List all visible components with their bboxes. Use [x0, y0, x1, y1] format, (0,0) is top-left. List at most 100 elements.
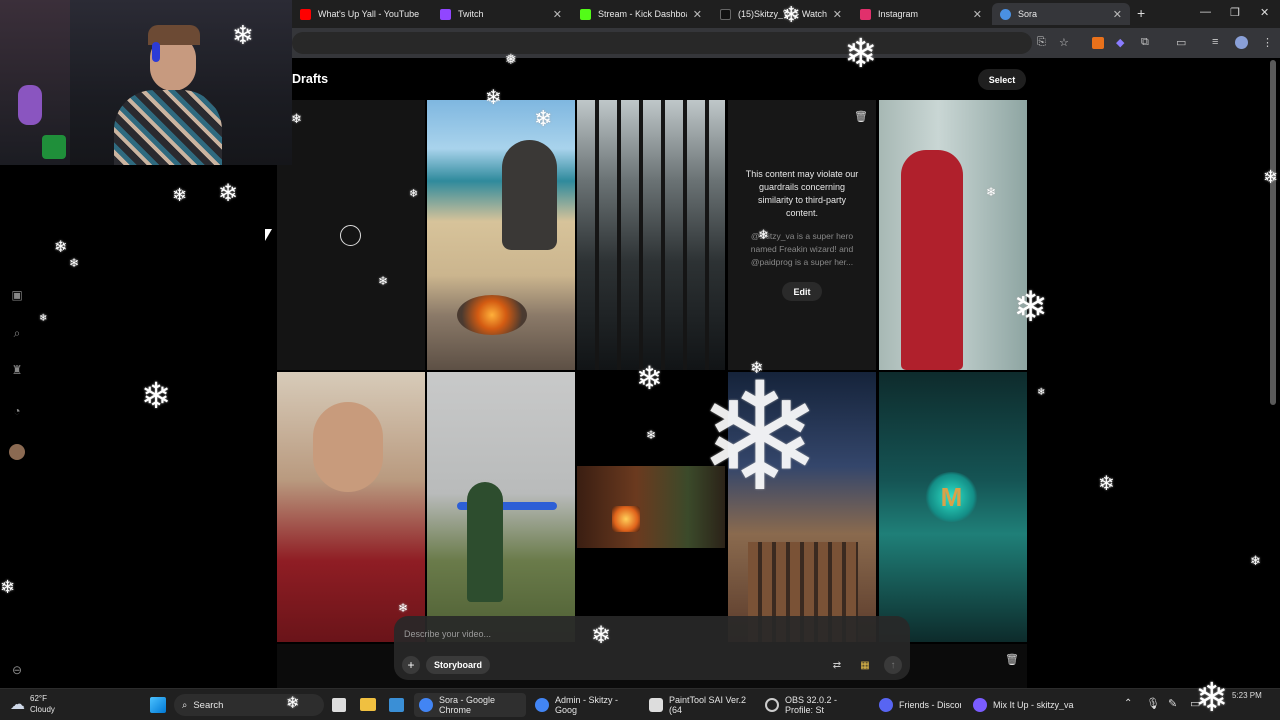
- chevron-up-icon[interactable]: ⌃: [1124, 698, 1132, 709]
- taskbar-app-mixitup[interactable]: Mix It Up - skitzy_va -: [968, 693, 1080, 717]
- draft-tile-bathroom-stall[interactable]: [879, 100, 1027, 370]
- chrome-icon: [419, 698, 433, 712]
- guardrail-message: This content may violate our guardrails …: [745, 169, 859, 218]
- restore-icon[interactable]: ❐: [1230, 6, 1240, 19]
- tab-title: Twitch: [458, 9, 484, 19]
- close-tab-icon[interactable]: ✕: [693, 8, 702, 21]
- snowflake-icon: ❄: [69, 256, 80, 270]
- submit-arrow-icon[interactable]: ↑: [884, 656, 902, 674]
- tab-title: Stream - Kick Dashboard: [598, 9, 687, 19]
- person-figure: [467, 482, 503, 602]
- search-icon[interactable]: ⌕: [9, 325, 25, 341]
- settings-sliders-icon[interactable]: ⇄: [828, 656, 846, 674]
- add-media-button[interactable]: +: [402, 656, 420, 674]
- clock[interactable]: 5:23 PM: [1232, 691, 1262, 700]
- weather-temp: 62°F: [30, 694, 47, 703]
- snowflake-icon: ❄: [534, 106, 553, 131]
- gift-icon[interactable]: ▦: [856, 656, 874, 674]
- taskbar-app-painttool[interactable]: PaintTool SAI Ver.2 (64: [644, 693, 756, 717]
- tab-twitch[interactable]: Twitch ✕: [432, 3, 570, 25]
- snowflake-icon: ❄: [0, 577, 16, 597]
- taskbar-app-discord[interactable]: Friends - Discord: [874, 693, 966, 717]
- snowflake-icon: ❄: [409, 188, 419, 200]
- windows-taskbar: ☁ 62°F Cloudy ⌕ Search Sora - Google Chr…: [0, 688, 1280, 720]
- weather-widget[interactable]: ☁ 62°F Cloudy: [10, 693, 55, 715]
- avatar[interactable]: [9, 444, 25, 460]
- page-scrollbar[interactable]: [1270, 60, 1276, 405]
- browser-menu-icon[interactable]: ⋮: [1262, 36, 1273, 49]
- taskbar-app-obs[interactable]: OBS 32.0.2 - Profile: St: [760, 693, 872, 717]
- guardrail-blocked-tile: 🗑 This content may violate our guardrail…: [728, 100, 876, 370]
- tab-youtube[interactable]: What's Up Yall - YouTube: [292, 3, 430, 25]
- jail-bars: [577, 100, 725, 370]
- m-emblem: M: [924, 472, 979, 522]
- photos-icon[interactable]: [389, 698, 404, 712]
- snowflake-icon: ❄: [218, 180, 239, 207]
- extension-shield-icon[interactable]: ◆: [1116, 36, 1124, 49]
- search-label: Search: [193, 699, 224, 711]
- taskbar-app-chrome-sora[interactable]: Sora - Google Chrome: [414, 693, 526, 717]
- extension-icon[interactable]: [1092, 37, 1104, 49]
- taskbar-app-label: Sora - Google Chrome: [439, 695, 496, 715]
- notifications-icon[interactable]: ◔: [9, 403, 25, 419]
- snowflake-icon: ❄: [172, 185, 188, 205]
- extensions-puzzle-icon[interactable]: ⧉: [1141, 36, 1149, 49]
- headphones: [152, 42, 160, 62]
- close-window-icon[interactable]: ✕: [1260, 6, 1269, 19]
- mouse-cursor-icon: [265, 229, 272, 241]
- settings-icon[interactable]: ⊖: [9, 662, 25, 678]
- snowflake-icon: ❄: [398, 601, 409, 615]
- microphone-icon[interactable]: 🎙: [1146, 697, 1160, 710]
- snowflake-icon: ❄: [286, 695, 300, 712]
- profile-avatar[interactable]: [1235, 36, 1248, 49]
- person-face: [313, 402, 383, 492]
- close-tab-icon[interactable]: ✕: [553, 8, 562, 21]
- snowflake-icon: ❄: [986, 185, 997, 199]
- streamer-shirt: [114, 90, 222, 165]
- new-tab-button[interactable]: +: [1137, 5, 1145, 21]
- tab-sora[interactable]: Sora ✕: [992, 3, 1130, 25]
- home-icon[interactable]: ▣: [9, 287, 25, 303]
- snowflake-icon: ❄: [1013, 283, 1049, 330]
- taskbar-app-chrome-admin[interactable]: Admin - Skitzy - Goog: [530, 693, 642, 717]
- pen-icon[interactable]: ✎: [1168, 697, 1177, 710]
- youtube-icon: [300, 8, 311, 20]
- snowflake-icon: ❅: [505, 51, 517, 67]
- draft-tile-beach-campfire[interactable]: [427, 100, 575, 370]
- close-tab-icon[interactable]: ✕: [1113, 8, 1122, 21]
- snowflake-icon: ❄: [646, 428, 657, 442]
- draft-tile-loading[interactable]: [277, 100, 425, 370]
- prompt-input[interactable]: Describe your video...: [404, 629, 491, 639]
- omnibox[interactable]: [292, 32, 1032, 54]
- weather-condition: Cloudy: [30, 705, 55, 714]
- storyboard-button[interactable]: Storyboard: [426, 656, 491, 674]
- mixitup-icon: [973, 698, 987, 712]
- tab-instagram[interactable]: Instagram ✕: [852, 3, 990, 25]
- minimize-icon[interactable]: —: [1200, 6, 1211, 18]
- install-icon[interactable]: ⎘: [1037, 36, 1046, 49]
- snowflake-icon: ❄: [141, 375, 172, 416]
- task-view-icon[interactable]: [332, 698, 346, 712]
- discord-icon: [879, 698, 893, 712]
- tab-kick[interactable]: Stream - Kick Dashboard ✕: [572, 3, 710, 25]
- media-icon[interactable]: ≡: [1212, 36, 1218, 48]
- sidepanel-icon[interactable]: ▭: [1176, 36, 1186, 49]
- edit-button[interactable]: Edit: [782, 282, 822, 301]
- trash-icon[interactable]: 🗑: [1005, 653, 1019, 666]
- draft-tile-jail-cell[interactable]: [577, 100, 725, 370]
- select-button[interactable]: Select: [978, 69, 1026, 90]
- snowflake-icon: ❄: [1195, 676, 1229, 720]
- bookmark-star-icon[interactable]: ☆: [1059, 36, 1069, 49]
- draft-tile-wizard-field[interactable]: [427, 372, 575, 642]
- tab-tiktok[interactable]: (15)Skitzy_VA - Watch and ✕: [712, 3, 850, 25]
- taskbar-search[interactable]: ⌕ Search: [174, 694, 324, 716]
- start-icon[interactable]: [150, 697, 166, 713]
- close-tab-icon[interactable]: ✕: [973, 8, 982, 21]
- trash-icon[interactable]: 🗑: [854, 110, 868, 123]
- trophy-icon[interactable]: ♜: [9, 362, 25, 378]
- file-explorer-icon[interactable]: [360, 698, 376, 711]
- taskbar-app-label: Friends - Discord: [899, 700, 961, 710]
- taskbar-app-label: Mix It Up - skitzy_va -: [993, 700, 1075, 710]
- draft-tile-superhero[interactable]: M: [879, 372, 1027, 642]
- close-tab-icon[interactable]: ✕: [833, 8, 842, 21]
